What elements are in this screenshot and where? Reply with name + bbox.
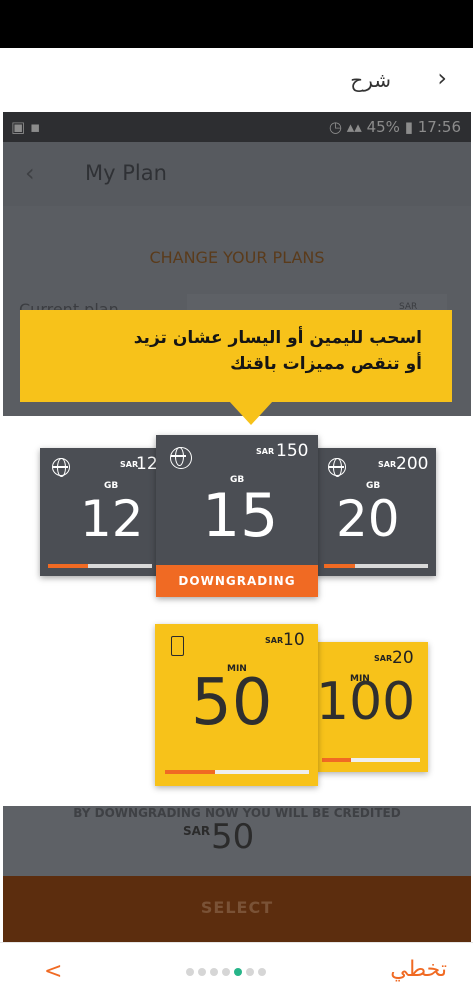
- card-amount: 15: [202, 481, 279, 551]
- card-progress-fill: [324, 564, 356, 568]
- card-price: 150: [276, 441, 309, 461]
- card-price: 20: [392, 648, 414, 668]
- data-card-15-selected[interactable]: SAR 150 GB 15 DOWNGRADING: [156, 435, 318, 597]
- globe-icon: [170, 447, 192, 469]
- tutorial-header: شرح ›: [0, 48, 473, 112]
- select-button-label: SELECT: [200, 898, 274, 917]
- card-amount: 12: [80, 490, 144, 548]
- card-sar: SAR: [374, 654, 393, 663]
- globe-icon: [52, 458, 70, 477]
- card-amount: 20: [336, 490, 400, 548]
- header-title: شرح: [350, 68, 391, 92]
- card-progress: [324, 564, 428, 568]
- globe-icon: [328, 458, 346, 477]
- signal-icon: ▴▴: [346, 118, 362, 136]
- swipe-tooltip: اسحب لليمين أو اليسار عشان تزيد أو تنقص …: [20, 310, 452, 402]
- tooltip-arrow: [229, 401, 273, 425]
- page-indicator: [186, 968, 266, 976]
- change-plans-heading: CHANGE YOUR PLANS: [149, 248, 325, 267]
- phone-icon: [171, 636, 184, 656]
- page-dot: [186, 968, 194, 976]
- clock: 17:56: [417, 118, 461, 136]
- status-right: ◷ ▴▴ 45% ▮ 17:56: [329, 118, 461, 136]
- card-progress-fill: [165, 770, 216, 774]
- page-dot: [246, 968, 254, 976]
- chevron-right-icon[interactable]: ›: [437, 64, 447, 92]
- battery-level: 45%: [366, 118, 400, 136]
- downgrading-badge: DOWNGRADING: [156, 565, 318, 597]
- card-progress: [322, 758, 420, 762]
- card-price: 10: [283, 630, 305, 650]
- minutes-card-50-selected[interactable]: SAR 10 MIN 50: [155, 624, 318, 786]
- top-black-bar: [0, 0, 473, 48]
- credit-currency: SAR: [183, 824, 211, 838]
- page-dot: [198, 968, 206, 976]
- card-sar: SAR: [256, 447, 275, 456]
- tooltip-line-2: أو تنقص مميزات باقتك: [230, 354, 422, 374]
- app-bar: ‹ My Plan: [3, 142, 471, 206]
- tutorial-footer: < تخطي: [0, 942, 473, 999]
- card-progress-fill: [48, 564, 88, 568]
- data-card-20[interactable]: SAR 200 GB 20: [316, 448, 436, 576]
- card-progress: [48, 564, 152, 568]
- skip-button[interactable]: تخطي: [390, 957, 447, 982]
- card-progress: [165, 770, 309, 774]
- page-dot: [222, 968, 230, 976]
- alarm-icon: ◷: [328, 118, 342, 136]
- card-sar: SAR: [265, 636, 284, 645]
- prev-button[interactable]: <: [44, 959, 62, 984]
- page-dot: [210, 968, 218, 976]
- card-amount: 100: [316, 672, 416, 732]
- page-dot: [234, 968, 242, 976]
- card-price: 200: [396, 454, 429, 474]
- tutorial-screenshot: ▣ ▪ ◷ ▴▴ 45% ▮ 17:56 ‹ My Plan CHANGE YO…: [3, 112, 471, 942]
- card-progress-fill: [322, 758, 352, 762]
- minutes-card-100[interactable]: SAR 20 MIN 100: [314, 642, 428, 772]
- card-amount: 50: [191, 666, 273, 740]
- back-arrow-icon[interactable]: ‹: [25, 159, 35, 187]
- status-bar: ▣ ▪ ◷ ▴▴ 45% ▮ 17:56: [3, 112, 471, 142]
- page-dot: [258, 968, 266, 976]
- tooltip-line-1: اسحب لليمين أو اليسار عشان تزيد: [133, 328, 422, 348]
- battery-icon: ▮: [404, 118, 413, 136]
- app-title: My Plan: [85, 161, 167, 185]
- status-left-icons: ▣ ▪: [11, 118, 41, 136]
- card-sar: SAR: [378, 460, 397, 469]
- credit-amount: 50: [211, 817, 255, 857]
- data-card-12[interactable]: SAR 120 GB 12: [40, 448, 168, 576]
